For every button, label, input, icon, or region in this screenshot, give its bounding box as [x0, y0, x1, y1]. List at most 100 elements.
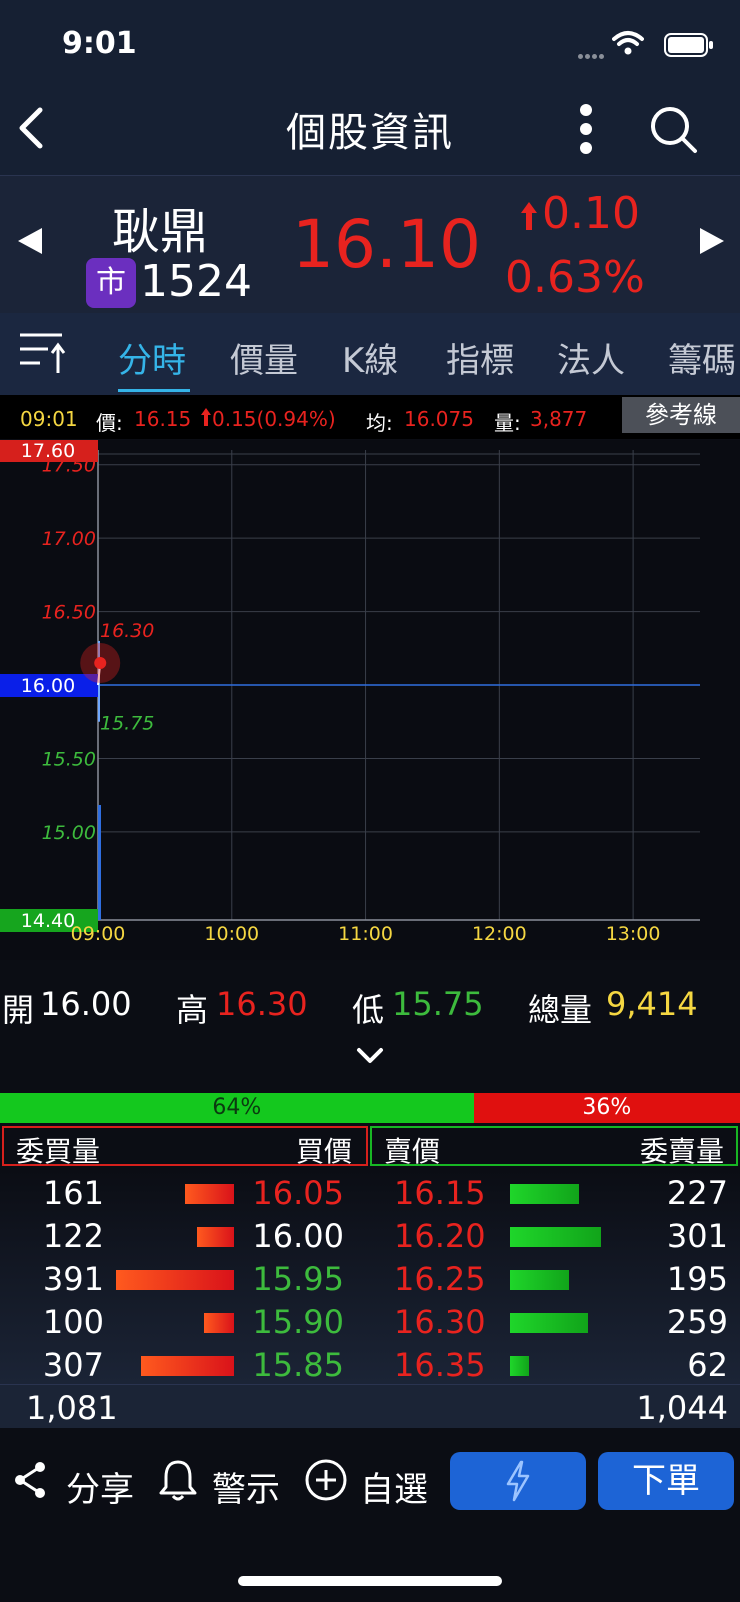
- limit-up-label: 17.60: [21, 440, 75, 462]
- order-book-row[interactable]: 161 16.05 16.15 227: [0, 1174, 740, 1217]
- add-circle-icon[interactable]: [304, 1458, 348, 1502]
- bid-qty: 122: [42, 1217, 104, 1255]
- ask-qty-bar: [510, 1184, 579, 1204]
- tick-price: 16.15: [134, 407, 192, 431]
- price-change-pct: 0.63%: [505, 252, 645, 303]
- bid-price: 15.85: [252, 1346, 344, 1384]
- sell-qty-header: 委賣量: [639, 1135, 724, 1168]
- buy-header: 委買量 買價: [2, 1126, 368, 1168]
- ask-qty-bar: [510, 1227, 601, 1247]
- last-price: 16.10: [292, 206, 481, 283]
- x-tick-label: 12:00: [472, 923, 527, 945]
- sell-price-header: 賣價: [384, 1135, 441, 1168]
- tab-intraday[interactable]: 分時: [118, 333, 186, 382]
- tick-price-label: 價:: [96, 411, 123, 435]
- up-arrow-icon: [521, 202, 537, 230]
- y-tick-label: 15.00: [42, 822, 96, 844]
- tick-avg-label: 均:: [366, 411, 393, 435]
- total-vol-value: 9,414: [606, 985, 698, 1023]
- high-value: 16.30: [216, 985, 308, 1023]
- x-tick-label: 10:00: [204, 923, 259, 945]
- bid-qty: 391: [42, 1260, 104, 1298]
- high-label: 高: [176, 991, 209, 1029]
- x-tick-label: 11:00: [338, 923, 393, 945]
- share-icon[interactable]: [12, 1460, 48, 1500]
- bid-qty-bar: [185, 1184, 234, 1204]
- up-arrow-icon: [201, 408, 211, 426]
- page-title: 個股資訊: [286, 110, 454, 156]
- alert-button[interactable]: 警示: [212, 1462, 280, 1511]
- watchlist-button[interactable]: 自選: [360, 1462, 428, 1511]
- ask-qty-bar: [510, 1313, 589, 1333]
- wifi-icon: [612, 31, 644, 55]
- bid-price: 15.95: [252, 1260, 344, 1298]
- volume-bar: [98, 805, 101, 920]
- bottom-action-bar: 分享 警示 自選 下單: [0, 1428, 740, 1602]
- intraday-chart-svg: 17.5017.0016.5015.5015.0017.6016.0014.40…: [0, 439, 700, 945]
- buy-sell-ratio-bar: 64% 36%: [0, 1093, 740, 1123]
- tick-time: 09:01: [20, 407, 78, 431]
- ask-qty-bar: [510, 1356, 529, 1376]
- quote-header: 耿鼎 市 1524 16.10 0.10 0.63%: [0, 175, 740, 313]
- sort-menu-icon[interactable]: [18, 331, 66, 375]
- sell-header: 賣價 委賣量: [370, 1126, 738, 1168]
- bid-qty: 307: [42, 1346, 104, 1384]
- stock-name: 耿鼎: [112, 204, 209, 260]
- buy-price-header: 買價: [295, 1135, 352, 1168]
- ask-qty: 301: [666, 1217, 728, 1255]
- tick-avg: 16.075: [404, 407, 474, 431]
- order-book-totals: 1,081 1,044: [0, 1384, 740, 1428]
- share-button[interactable]: 分享: [66, 1462, 134, 1511]
- reference-line-button[interactable]: 參考線: [622, 397, 740, 433]
- price-change: 0.10: [542, 188, 640, 239]
- quick-order-button[interactable]: [450, 1452, 586, 1510]
- app-root: 9:01 個股資訊 耿鼎 市 1524 16.10 0.10 0.63% 分時 …: [0, 0, 740, 1602]
- bid-price: 16.05: [252, 1174, 344, 1212]
- tab-kline[interactable]: K線: [342, 333, 398, 382]
- tick-info-line: 09:01 價: 16.15 0.15(0.94%) 均: 16.075 量: …: [0, 395, 740, 439]
- order-book-row[interactable]: 122 16.00 16.20 301: [0, 1217, 740, 1260]
- next-stock-icon[interactable]: [698, 226, 726, 256]
- tick-vol: 3,877: [530, 407, 588, 431]
- ask-price: 16.15: [394, 1174, 486, 1212]
- tab-institutional[interactable]: 法人: [557, 333, 625, 382]
- tick-vol-label: 量:: [494, 411, 521, 435]
- low-label: 低: [352, 991, 385, 1029]
- buy-ratio: 64%: [0, 1093, 474, 1123]
- search-icon[interactable]: [650, 106, 698, 154]
- bid-price: 15.90: [252, 1303, 344, 1341]
- prev-stock-icon[interactable]: [16, 226, 44, 256]
- bid-qty-bar: [197, 1227, 234, 1247]
- tab-indicators[interactable]: 指標: [446, 333, 514, 382]
- ohlv-summary: 開 16.00 高 16.30 低 15.75 總量 9,414: [0, 985, 740, 1035]
- tab-chips[interactable]: 籌碼: [668, 333, 736, 382]
- y-tick-label: 17.00: [42, 528, 96, 550]
- bid-price: 16.00: [252, 1217, 344, 1255]
- bid-qty-bar: [203, 1313, 234, 1333]
- order-book-row[interactable]: 307 15.85 16.35 62: [0, 1346, 740, 1389]
- bell-icon[interactable]: [158, 1458, 198, 1502]
- expand-chevron-icon[interactable]: [355, 1040, 385, 1070]
- bid-qty: 161: [42, 1174, 104, 1212]
- lightning-icon: [506, 1460, 530, 1502]
- total-vol-label: 總量: [528, 991, 593, 1029]
- bid-qty-bar: [141, 1356, 234, 1376]
- tab-price-volume[interactable]: 價量: [230, 333, 298, 382]
- reference-price-label: 16.00: [21, 675, 75, 697]
- tab-bar: 分時 價量 K線 指標 法人 籌碼: [0, 313, 740, 395]
- place-order-button[interactable]: 下單: [598, 1452, 734, 1510]
- top-bar: 9:01 個股資訊: [0, 0, 740, 175]
- order-book-row[interactable]: 391 15.95 16.25 195: [0, 1260, 740, 1303]
- order-book-header: 委買量 買價 賣價 委賣量: [0, 1126, 740, 1168]
- stock-code: 1524: [140, 256, 252, 307]
- intraday-chart[interactable]: 17.50 17.00 16.50 15.50 15.00 17.60 16.00 14.40…: [0, 439, 740, 960]
- y-tick-label: 16.50: [42, 602, 96, 624]
- sell-ratio: 36%: [473, 1093, 740, 1123]
- total-sell-qty: 1,044: [636, 1389, 728, 1427]
- bid-qty-bar: [116, 1270, 234, 1290]
- order-book-row[interactable]: 100 15.90 16.30 259: [0, 1303, 740, 1346]
- ask-price: 16.25: [394, 1260, 486, 1298]
- x-tick-label: 13:00: [606, 923, 661, 945]
- more-vertical-icon[interactable]: [578, 104, 594, 154]
- ask-qty: 259: [666, 1303, 728, 1341]
